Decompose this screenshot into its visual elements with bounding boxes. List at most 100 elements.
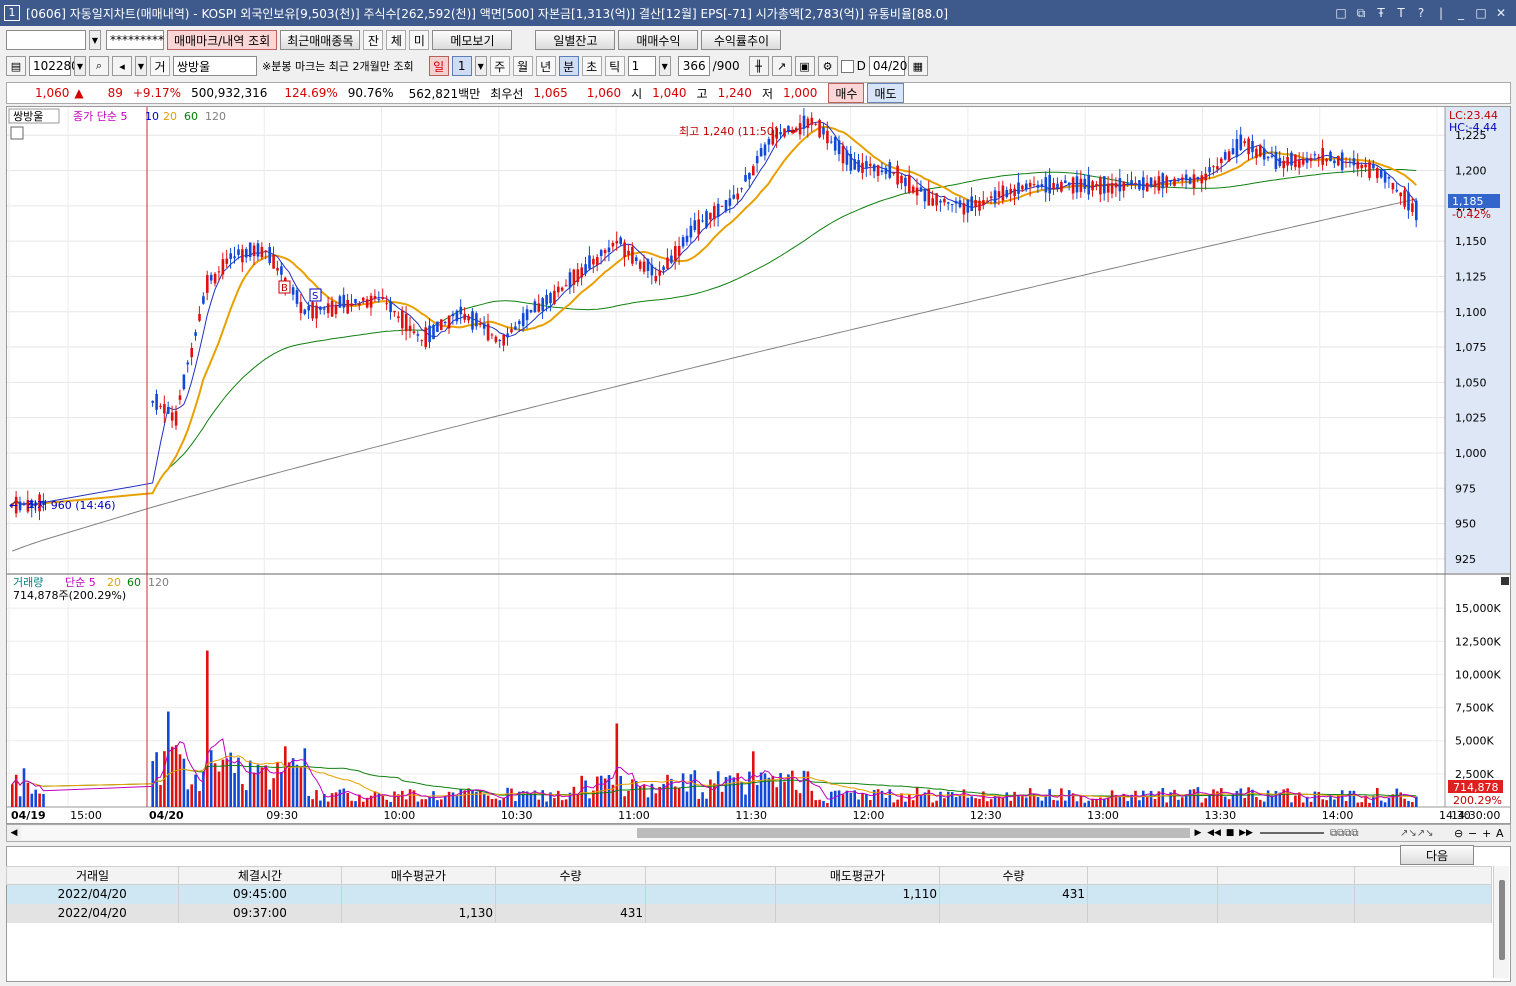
stock-name-field[interactable]: 쌍방울 bbox=[173, 56, 257, 76]
table-row[interactable]: 2022/04/20 09:37:00 1,130 431 bbox=[6, 903, 1492, 923]
grid-toggle-icon[interactable] bbox=[10, 126, 24, 140]
col-sell-qty[interactable]: 수량 bbox=[939, 866, 1088, 885]
speaker-dropdown-icon[interactable]: ▼ bbox=[135, 56, 147, 76]
trend-tools-icon[interactable]: ↗↘↗↘ bbox=[1400, 828, 1454, 839]
volume-panel-close-icon[interactable] bbox=[1501, 577, 1509, 585]
recent-items-button[interactable]: 최근매매종목 bbox=[280, 30, 361, 50]
price-tick-label: 925 bbox=[1455, 553, 1476, 566]
volume-bar bbox=[350, 800, 353, 807]
rewind-icon[interactable]: ◀◀ bbox=[1206, 828, 1222, 838]
period-tick[interactable]: 틱 bbox=[604, 56, 625, 76]
tab-executed[interactable]: 체 bbox=[386, 30, 407, 50]
col-trade-date[interactable]: 거래일 bbox=[6, 866, 179, 885]
close-icon[interactable]: ✕ bbox=[1494, 6, 1508, 21]
period-minute[interactable]: 분 bbox=[558, 56, 579, 76]
volume-bar bbox=[861, 793, 864, 807]
fast-forward-icon[interactable]: ▶▶ bbox=[1238, 828, 1254, 838]
col-buy-qty[interactable]: 수량 bbox=[495, 866, 646, 885]
vertical-scroll-thumb[interactable] bbox=[1499, 880, 1505, 960]
period-year[interactable]: 년 bbox=[535, 56, 556, 76]
scroll-thumb[interactable] bbox=[637, 828, 1190, 838]
volume-bar bbox=[1188, 789, 1192, 807]
d-checkbox[interactable] bbox=[840, 59, 854, 73]
reset-icon[interactable]: + bbox=[1482, 827, 1496, 840]
tab-balance[interactable]: 잔 bbox=[363, 30, 384, 50]
memo-button[interactable]: 메모보기 bbox=[432, 30, 513, 50]
date-input[interactable]: 04/20 bbox=[868, 56, 907, 76]
chart-area[interactable]: 1,2251,2001,1751,1501,1251,1001,0751,050… bbox=[6, 106, 1511, 824]
buy-button[interactable]: 매수 bbox=[828, 83, 865, 103]
speaker-icon[interactable]: ◂ bbox=[112, 56, 132, 76]
x-axis-label: 11:00 bbox=[618, 809, 650, 822]
tab-unfilled[interactable]: 미 bbox=[409, 30, 430, 50]
price-change-pct: +9.17% bbox=[132, 86, 182, 100]
scroll-left-icon[interactable]: ◀ bbox=[7, 828, 21, 838]
settings-icon[interactable]: ⚙ bbox=[817, 56, 838, 76]
chart-svg[interactable]: 1,2251,2001,1751,1501,1251,1001,0751,050… bbox=[7, 107, 1510, 823]
count-input[interactable]: 366 bbox=[677, 56, 710, 76]
text-icon[interactable]: A bbox=[1496, 827, 1510, 840]
col-buy-avg[interactable]: 매수평균가 bbox=[341, 866, 496, 885]
stock-code-dropdown-icon[interactable]: ▼ bbox=[74, 56, 86, 76]
period-dropdown-icon[interactable]: ▼ bbox=[474, 56, 487, 76]
interval-input[interactable]: 1 bbox=[627, 56, 656, 76]
period-second[interactable]: 초 bbox=[581, 56, 602, 76]
layout-icon[interactable]: ▤ bbox=[6, 56, 26, 76]
zoom-slider[interactable] bbox=[1260, 832, 1324, 834]
save-icon[interactable]: ▣ bbox=[794, 56, 815, 76]
candle-body bbox=[159, 405, 162, 407]
candle-body bbox=[490, 334, 494, 336]
account-dropdown-icon[interactable]: ▼ bbox=[89, 30, 101, 50]
period-week[interactable]: 주 bbox=[489, 56, 510, 76]
table-row[interactable]: 2022/04/20 09:45:00 1,110 431 bbox=[6, 884, 1492, 904]
volume-bar bbox=[1208, 795, 1211, 807]
help-icon[interactable]: ? bbox=[1414, 6, 1428, 21]
draw-tool-icon[interactable]: ↗ bbox=[771, 56, 792, 76]
next-button[interactable]: 다음 bbox=[1400, 845, 1474, 865]
minimize-icon[interactable]: _ bbox=[1454, 6, 1468, 21]
interval-dropdown-icon[interactable]: ▼ bbox=[658, 56, 671, 76]
volume-bar bbox=[1231, 794, 1235, 807]
calendar-icon[interactable]: ▦ bbox=[907, 56, 928, 76]
search-icon[interactable]: ⌕ bbox=[89, 56, 109, 76]
pin-icon[interactable]: Ŧ bbox=[1374, 6, 1388, 21]
candle-body bbox=[1184, 174, 1188, 181]
volume-bar bbox=[775, 787, 778, 807]
volume-bar bbox=[759, 772, 763, 807]
password-input[interactable]: ********* bbox=[106, 30, 164, 50]
candle-body bbox=[908, 175, 911, 193]
font-icon[interactable]: T bbox=[1394, 6, 1408, 21]
stock-code-input[interactable]: 102280 bbox=[29, 56, 79, 76]
col-sell-avg[interactable]: 매도평균가 bbox=[775, 866, 940, 885]
return-trend-button[interactable]: 수익률추이 bbox=[701, 30, 782, 50]
col-empty-3 bbox=[1217, 866, 1355, 885]
window-copy-icon[interactable]: ⧉ bbox=[1354, 6, 1368, 21]
candle-icon[interactable]: ╫ bbox=[748, 56, 769, 76]
cell-buy-avg: 1,130 bbox=[341, 903, 496, 923]
volume-tick-label: 12,500K bbox=[1455, 635, 1501, 648]
horizontal-scrollbar[interactable] bbox=[21, 826, 1190, 840]
stop-icon[interactable]: ■ bbox=[1222, 828, 1238, 838]
zoom-out-icon[interactable]: ⊖ bbox=[1454, 827, 1468, 840]
maximize-icon[interactable]: □ bbox=[1474, 6, 1488, 21]
candle-body bbox=[1313, 154, 1317, 156]
layout-tools-icon[interactable]: ⧉⧉⧉⧉ bbox=[1330, 828, 1400, 839]
scroll-right-icon[interactable]: ▶ bbox=[1190, 828, 1206, 838]
account-input[interactable] bbox=[6, 30, 86, 50]
daily-balance-button[interactable]: 일별잔고 bbox=[535, 30, 616, 50]
period-number[interactable]: 1 bbox=[451, 56, 472, 76]
candle-body bbox=[650, 264, 654, 276]
candle-body bbox=[1052, 183, 1055, 190]
sell-button[interactable]: 매도 bbox=[867, 83, 904, 103]
period-day[interactable]: 일 bbox=[428, 56, 449, 76]
period-month[interactable]: 월 bbox=[512, 56, 533, 76]
candle-body bbox=[1286, 156, 1289, 166]
trade-mark-button[interactable]: 매매마크/내역 조회 bbox=[167, 30, 278, 50]
zoom-in-icon[interactable]: − bbox=[1468, 827, 1482, 840]
candle-body bbox=[1235, 139, 1239, 158]
trade-profit-button[interactable]: 매매수익 bbox=[618, 30, 699, 50]
vertical-scrollbar[interactable] bbox=[1493, 866, 1509, 978]
link-icon[interactable]: □ bbox=[1334, 6, 1348, 21]
col-exec-time[interactable]: 체결시간 bbox=[178, 866, 342, 885]
volume-bar bbox=[1161, 787, 1165, 807]
